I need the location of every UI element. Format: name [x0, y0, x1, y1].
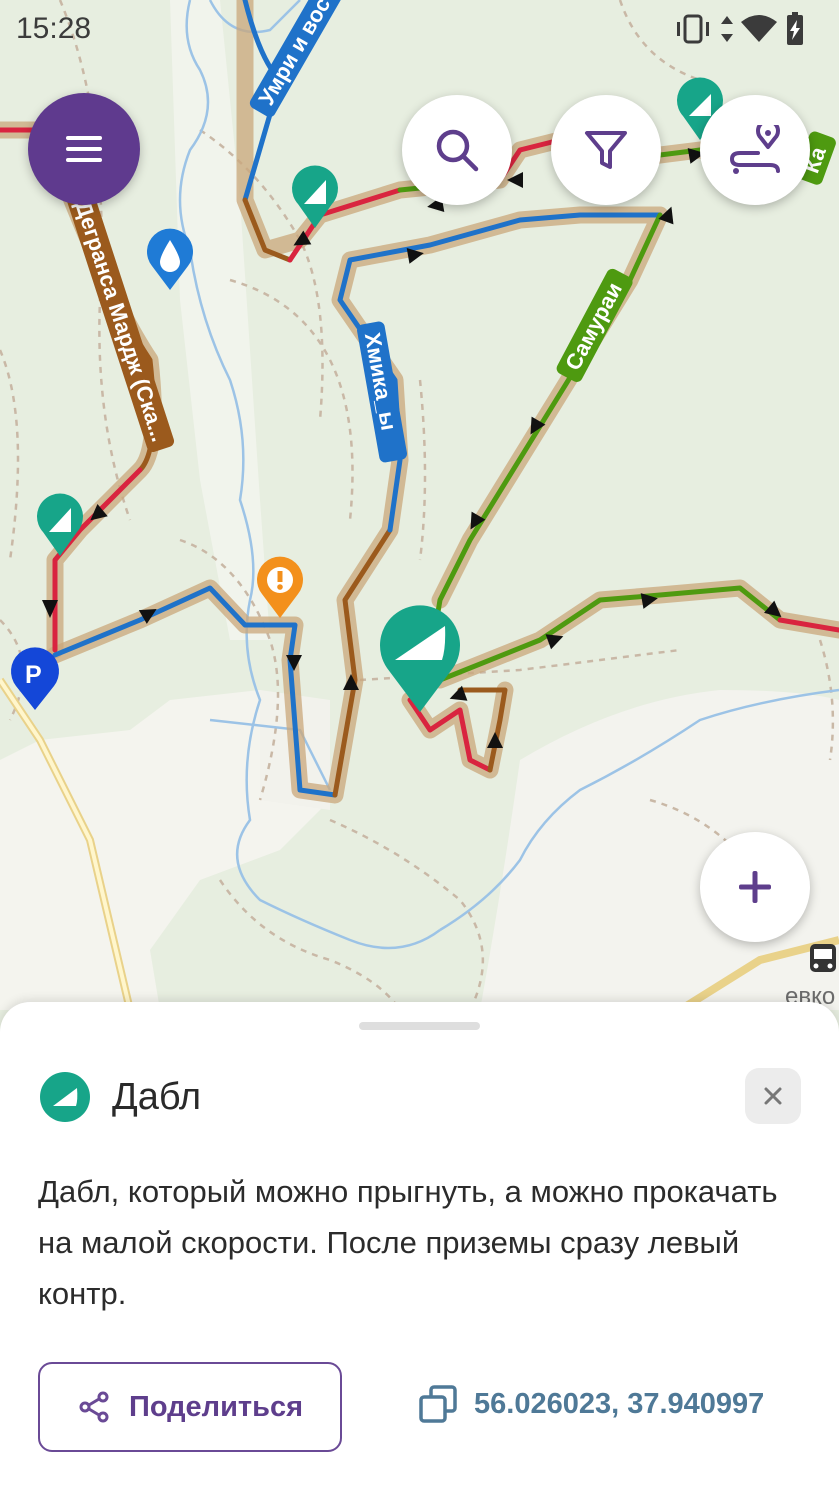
bus-stop-icon[interactable] [810, 944, 836, 972]
copy-icon [419, 1385, 457, 1423]
route-icon [729, 125, 780, 174]
coordinates-text: 56.026023, 37.940997 [474, 1387, 765, 1420]
menu-button[interactable] [28, 93, 140, 205]
close-button[interactable] [745, 1068, 801, 1124]
share-label: Поделиться [128, 1390, 304, 1423]
poi-type-icon [40, 1072, 90, 1122]
poi-description: Дабл, который можно прыгнуть, а можно пр… [38, 1174, 778, 1311]
share-button[interactable]: Поделиться [38, 1362, 342, 1452]
route-button[interactable] [700, 95, 810, 205]
data-transfer-icon [721, 16, 733, 42]
status-icons [675, 10, 825, 53]
search-icon [436, 129, 479, 172]
poi-bottom-sheet: Дабл Дабл, который можно прыгнуть, а мож… [0, 1002, 839, 1492]
plus-icon [739, 871, 771, 903]
share-icon [79, 1391, 109, 1423]
drag-handle[interactable] [359, 1022, 480, 1030]
parking-label: P [25, 661, 42, 689]
battery-icon [787, 12, 803, 45]
vibrate-icon [677, 14, 709, 44]
wifi-icon [741, 15, 777, 42]
filter-button[interactable] [551, 95, 661, 205]
filter-icon [585, 131, 627, 169]
close-icon [764, 1087, 782, 1105]
status-bar: 15:28 [0, 0, 839, 58]
search-button[interactable] [402, 95, 512, 205]
menu-icon [66, 136, 102, 162]
add-button[interactable] [700, 832, 810, 942]
status-time: 15:28 [16, 12, 92, 45]
copy-coordinates[interactable]: 56.026023, 37.940997 [418, 1384, 764, 1424]
poi-title: Дабл [112, 1076, 202, 1118]
